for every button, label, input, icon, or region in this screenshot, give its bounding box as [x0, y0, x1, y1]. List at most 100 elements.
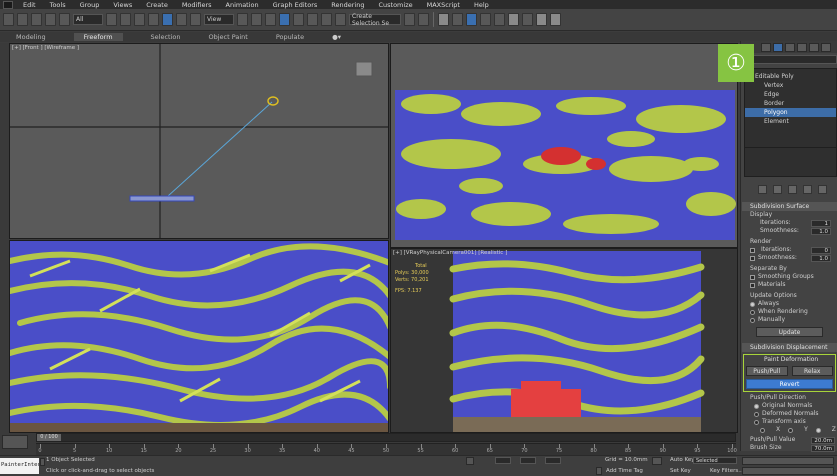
window-crossing-icon[interactable] [148, 13, 159, 26]
revert-button[interactable]: Revert [746, 379, 833, 389]
update-always-label[interactable]: Always [758, 300, 779, 308]
time-tag-icon[interactable] [596, 467, 602, 475]
pin-stack-icon[interactable] [758, 184, 767, 194]
app-logo-icon[interactable] [3, 0, 13, 9]
stack-item-polygon[interactable]: Polygon [745, 108, 836, 117]
rollout-subdivision-displacement[interactable]: Subdivision Displacement [742, 343, 837, 352]
update-always-radio[interactable] [750, 301, 755, 307]
graphite-toolbar-icon[interactable] [466, 13, 477, 26]
original-normals-radio[interactable] [754, 403, 759, 409]
transform-axis-radio[interactable] [754, 419, 759, 425]
rollout-subdivision-surface[interactable]: Subdivision Surface [742, 202, 837, 211]
push-pull-button[interactable]: Push/Pull [746, 366, 788, 376]
mini-curve-editor-icon[interactable] [2, 435, 28, 449]
smoothing-groups-checkbox[interactable] [750, 274, 755, 280]
maxscript-listener[interactable]: PainterInterfa [0, 458, 39, 474]
select-by-name-icon[interactable] [120, 13, 131, 26]
viewport-top[interactable] [390, 43, 738, 248]
layer-explorer-icon[interactable] [452, 13, 463, 26]
relax-button[interactable]: Relax [791, 366, 833, 376]
materials-checkbox[interactable] [750, 282, 755, 288]
update-manually-radio[interactable] [750, 317, 755, 323]
select-and-manipulate-icon[interactable] [251, 13, 262, 26]
add-time-tag-text[interactable]: Add Time Tag [606, 468, 643, 474]
menu-customize[interactable]: Customize [378, 1, 412, 9]
select-and-move-icon[interactable] [162, 13, 173, 26]
render-iterations-spinner[interactable]: 0 [811, 246, 831, 254]
key-icon[interactable] [652, 457, 662, 465]
redo-icon[interactable] [17, 13, 28, 26]
schematic-view-icon[interactable] [494, 13, 505, 26]
tab-object-paint[interactable]: Object Paint [209, 33, 248, 41]
named-selection-set-select[interactable]: Create Selection Se [349, 13, 401, 27]
render-smoothness-checkbox[interactable] [750, 255, 755, 261]
selection-filter-select[interactable]: All [73, 14, 103, 25]
rendered-frame-window-icon[interactable] [536, 13, 547, 26]
axis-y-radio[interactable] [788, 427, 794, 433]
timeline-track[interactable]: 0 5 10 15 20 25 30 35 40 45 50 55 60 65 70 75 80 85 90 95 10… [36, 443, 737, 455]
viewport-navigation-controls[interactable] [742, 467, 834, 475]
menu-graph-editors[interactable]: Graph Editors [273, 1, 318, 9]
time-slider-thumb[interactable]: 0 / 100 [37, 434, 61, 441]
spinner-snap-icon[interactable] [321, 13, 332, 26]
align-icon[interactable] [418, 13, 429, 26]
viewport-front-label[interactable]: [+] [Front ] [Wireframe ] [12, 45, 79, 51]
pivot-center-icon[interactable] [237, 13, 248, 26]
transform-axis-label[interactable]: Transform axis [762, 418, 806, 426]
hierarchy-tab-icon[interactable] [785, 43, 795, 52]
rectangular-selection-icon[interactable] [134, 13, 145, 26]
rollout-paint-deformation[interactable]: Paint Deformation [746, 356, 833, 364]
stack-item-border[interactable]: Border [745, 99, 836, 108]
axis-z-radio[interactable] [815, 427, 821, 433]
viewport-perspective[interactable] [9, 240, 389, 433]
display-smoothness-spinner[interactable]: 1.0 [811, 227, 831, 235]
display-iterations-spinner[interactable]: 1 [811, 219, 831, 227]
update-when-rendering-radio[interactable] [750, 309, 755, 315]
ribbon-toggle-icon[interactable]: ●▾ [332, 33, 341, 41]
tab-freeform[interactable]: Freeform [73, 33, 123, 41]
isolate-selection-icon[interactable] [466, 457, 474, 465]
bind-space-warp-icon[interactable] [59, 13, 70, 26]
create-tab-icon[interactable] [761, 43, 771, 52]
stack-item-edge[interactable]: Edge [745, 90, 836, 99]
deformed-normals-radio[interactable] [754, 411, 759, 417]
snaps-toggle-icon[interactable] [279, 13, 290, 26]
render-production-icon[interactable] [550, 13, 561, 26]
tab-modeling[interactable]: Modeling [16, 33, 46, 41]
object-name-field[interactable] [744, 55, 837, 64]
original-normals-label[interactable]: Original Normals [762, 402, 812, 410]
menu-views[interactable]: Views [113, 1, 132, 9]
key-selection-set-select[interactable]: Selected [693, 457, 737, 464]
keyboard-shortcut-override-icon[interactable] [265, 13, 276, 26]
selection-lock-icon[interactable] [40, 458, 45, 466]
material-editor-icon[interactable] [508, 13, 519, 26]
menu-modifiers[interactable]: Modifiers [182, 1, 212, 9]
make-unique-icon[interactable] [788, 184, 797, 194]
render-setup-icon[interactable] [522, 13, 533, 26]
undo-icon[interactable] [3, 13, 14, 26]
link-icon[interactable] [31, 13, 42, 26]
scene-explorer-icon[interactable] [438, 13, 449, 26]
menu-create[interactable]: Create [146, 1, 168, 9]
push-pull-value-spinner[interactable]: 20.0m [811, 436, 835, 444]
menu-animation[interactable]: Animation [226, 1, 259, 9]
brush-size-spinner[interactable]: 70.0m [811, 444, 835, 452]
modifier-stack[interactable]: Editable Poly Vertex Edge Border Polygon… [744, 68, 837, 150]
angle-snap-icon[interactable] [293, 13, 304, 26]
stack-item-editable-poly[interactable]: Editable Poly [745, 72, 836, 81]
select-and-scale-icon[interactable] [190, 13, 201, 26]
menu-rendering[interactable]: Rendering [331, 1, 364, 9]
select-object-icon[interactable] [106, 13, 117, 26]
auto-key-button[interactable]: Auto Key [670, 457, 695, 463]
modify-tab-icon[interactable] [773, 43, 783, 52]
smoothing-groups-label[interactable]: Smoothing Groups [758, 273, 814, 281]
coord-y-field[interactable] [520, 457, 536, 464]
mirror-icon[interactable] [404, 13, 415, 26]
stack-item-element[interactable]: Element [745, 117, 836, 126]
configure-modifier-sets-icon[interactable] [818, 184, 827, 194]
playback-controls[interactable] [742, 457, 834, 465]
coord-x-field[interactable] [495, 457, 511, 464]
remove-modifier-icon[interactable] [803, 184, 812, 194]
unlink-icon[interactable] [45, 13, 56, 26]
viewport-front[interactable]: [+] [Front ] [Wireframe ] [9, 43, 389, 239]
